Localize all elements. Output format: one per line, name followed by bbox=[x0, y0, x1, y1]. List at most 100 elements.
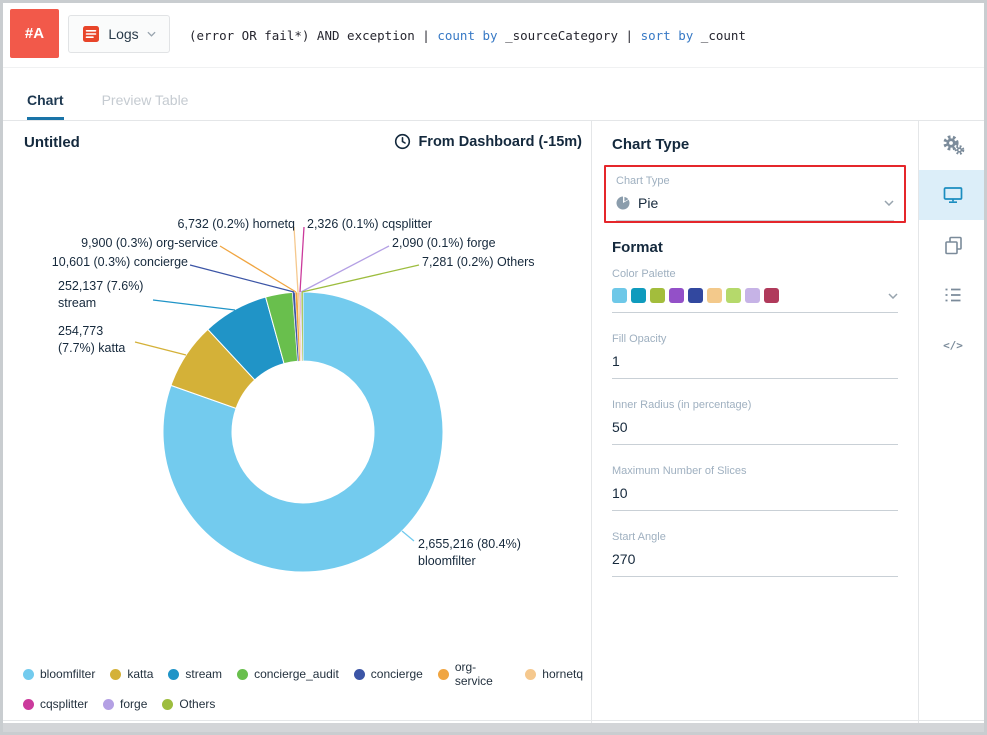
palette-swatch bbox=[650, 288, 665, 303]
slice-label-stream: 252,137 (7.6%)stream bbox=[58, 278, 143, 312]
fill-opacity-label: Fill Opacity bbox=[612, 333, 898, 345]
list-icon bbox=[943, 286, 963, 304]
legend-label: org-service bbox=[455, 660, 510, 688]
start-angle-label: Start Angle bbox=[612, 531, 898, 543]
slice-label-cqsplitter: 2,326 (0.1%) cqsplitter bbox=[307, 216, 432, 233]
legend-label: hornetq bbox=[542, 667, 583, 681]
source-label: Logs bbox=[108, 26, 138, 42]
logs-icon bbox=[82, 25, 100, 43]
chart-area: Untitled From Dashboard (-15m) bloomfilt… bbox=[3, 120, 591, 720]
legend-item-concierge_audit[interactable]: concierge_audit bbox=[237, 667, 339, 681]
format-heading: Format bbox=[612, 239, 898, 256]
leader-line-concierge bbox=[190, 265, 294, 292]
slice-label-forge: 2,090 (0.1%) forge bbox=[392, 235, 496, 252]
fill-opacity-value: 1 bbox=[612, 353, 620, 369]
legend-dot bbox=[354, 669, 365, 680]
leader-line-stream bbox=[153, 300, 235, 310]
leader-line-org-service bbox=[220, 246, 296, 292]
tab-preview-table[interactable]: Preview Table bbox=[102, 92, 189, 120]
field-inner-radius: Inner Radius (in percentage) 50 bbox=[612, 399, 898, 445]
max-slices-input[interactable]: 10 bbox=[612, 485, 898, 511]
duplicate-button[interactable] bbox=[919, 220, 987, 270]
top-bar: #A Logs (error OR fail*) AND exception |… bbox=[3, 3, 984, 68]
chart-type-label: Chart Type bbox=[616, 175, 894, 187]
legend-item-concierge[interactable]: concierge bbox=[354, 667, 423, 681]
color-palette-select[interactable] bbox=[612, 288, 898, 313]
query-input[interactable]: (error OR fail*) AND exception | count b… bbox=[189, 3, 968, 67]
pie-chart-icon bbox=[616, 196, 630, 210]
palette-swatch bbox=[612, 288, 627, 303]
max-slices-value: 10 bbox=[612, 485, 628, 501]
legend-label: concierge bbox=[371, 667, 423, 681]
legend-item-org-service[interactable]: org-service bbox=[438, 660, 510, 688]
annotation-highlight: Chart Type Pie bbox=[604, 165, 906, 223]
settings-gear-button[interactable] bbox=[919, 120, 987, 170]
legend-dot bbox=[23, 669, 34, 680]
chart-type-select[interactable]: Pie bbox=[616, 195, 894, 221]
color-palette-label: Color Palette bbox=[612, 268, 898, 280]
chart-type-value: Pie bbox=[638, 195, 658, 211]
copy-icon bbox=[944, 236, 963, 255]
slice-label-concierge: 10,601 (0.3%) concierge bbox=[16, 254, 188, 271]
code-view-button[interactable]: </> bbox=[919, 320, 987, 370]
slice-label-org-service: 9,900 (0.3%) org-service bbox=[46, 235, 218, 252]
leader-line-cqsplitter bbox=[300, 227, 304, 292]
panel-badge: #A bbox=[10, 9, 59, 58]
chart-type-heading: Chart Type bbox=[612, 136, 898, 153]
chevron-down-icon bbox=[147, 31, 156, 37]
source-dropdown[interactable]: Logs bbox=[68, 15, 170, 53]
legend-item-stream[interactable]: stream bbox=[168, 667, 222, 681]
start-angle-value: 270 bbox=[612, 551, 635, 567]
legend-item-bloomfilter[interactable]: bloomfilter bbox=[23, 667, 95, 681]
query-segment: count by bbox=[437, 28, 497, 43]
chart-legend: bloomfilter katta stream concierge_audit con… bbox=[23, 660, 583, 720]
query-segment: (error OR fail*) AND exception | bbox=[189, 28, 437, 43]
palette-swatches bbox=[612, 288, 779, 303]
fill-opacity-input[interactable]: 1 bbox=[612, 353, 898, 379]
legend-dot bbox=[237, 669, 248, 680]
icon-rail: </> bbox=[919, 120, 987, 370]
query-segment: sort by bbox=[641, 28, 694, 43]
slice-label-Others: 7,281 (0.2%) Others bbox=[422, 254, 535, 271]
legend-dot bbox=[110, 669, 121, 680]
gear-icon bbox=[941, 134, 965, 156]
panel-bottom-divider bbox=[3, 720, 984, 721]
pie-chart bbox=[3, 120, 591, 720]
legend-label: forge bbox=[120, 697, 147, 711]
field-color-palette: Color Palette bbox=[612, 268, 898, 313]
field-fill-opacity: Fill Opacity 1 bbox=[612, 333, 898, 379]
legend-dot bbox=[103, 699, 114, 710]
legend-item-Others[interactable]: Others bbox=[162, 697, 215, 711]
slice-label-bloomfilter: 2,655,216 (80.4%)bloomfilter bbox=[418, 536, 521, 570]
settings-panel: Chart Type Chart Type Pie Format Color P… bbox=[592, 120, 918, 597]
tab-chart[interactable]: Chart bbox=[27, 92, 64, 120]
legend-item-katta[interactable]: katta bbox=[110, 667, 153, 681]
leader-line-katta bbox=[135, 342, 186, 355]
display-settings-button[interactable] bbox=[919, 170, 987, 220]
legend-label: cqsplitter bbox=[40, 697, 88, 711]
legend-item-hornetq[interactable]: hornetq bbox=[525, 667, 583, 681]
field-max-slices: Maximum Number of Slices 10 bbox=[612, 465, 898, 511]
chevron-down-icon bbox=[888, 293, 898, 299]
legend-label: bloomfilter bbox=[40, 667, 95, 681]
slice-label-hornetq: 6,732 (0.2%) hornetq bbox=[123, 216, 295, 233]
legend-dot bbox=[525, 669, 536, 680]
legend-item-forge[interactable]: forge bbox=[103, 697, 147, 711]
start-angle-input[interactable]: 270 bbox=[612, 551, 898, 577]
leader-line-Others bbox=[302, 265, 419, 292]
max-slices-label: Maximum Number of Slices bbox=[612, 465, 898, 477]
legend-item-cqsplitter[interactable]: cqsplitter bbox=[23, 697, 88, 711]
legend-dot bbox=[23, 699, 34, 710]
legend-dot bbox=[438, 669, 449, 680]
palette-swatch bbox=[688, 288, 703, 303]
list-view-button[interactable] bbox=[919, 270, 987, 320]
inner-radius-input[interactable]: 50 bbox=[612, 419, 898, 445]
tab-bar: Chart Preview Table bbox=[3, 67, 984, 120]
query-segment: _sourceCategory | bbox=[498, 28, 641, 43]
legend-label: stream bbox=[185, 667, 222, 681]
legend-dot bbox=[168, 669, 179, 680]
inner-radius-label: Inner Radius (in percentage) bbox=[612, 399, 898, 411]
panel-editor: #A Logs (error OR fail*) AND exception |… bbox=[0, 0, 987, 735]
leader-line-hornetq bbox=[294, 227, 298, 292]
palette-swatch bbox=[669, 288, 684, 303]
